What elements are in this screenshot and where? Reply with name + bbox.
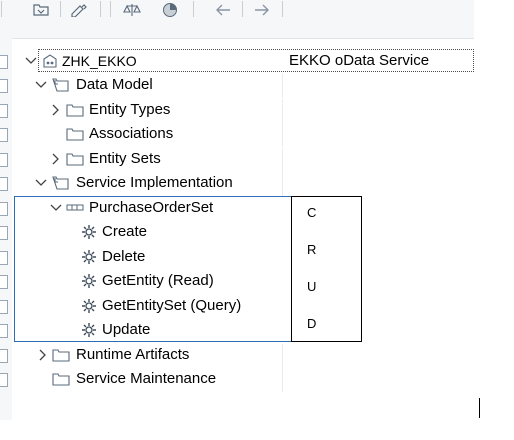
column-divider (282, 148, 283, 172)
chevron-right-icon[interactable] (36, 348, 50, 362)
tree-node-associations[interactable]: Associations (14, 123, 474, 147)
tree-node-service-implementation[interactable]: Service Implementation (14, 172, 474, 196)
row-selector[interactable] (0, 202, 8, 216)
chevron-down-icon[interactable] (34, 176, 48, 190)
chevron-right-icon[interactable] (49, 103, 63, 117)
tree-node-label: Runtime Artifacts (76, 346, 190, 363)
pie-chart-icon[interactable] (157, 0, 183, 20)
toolbar-separator (242, 1, 243, 17)
toolbar-separator (100, 1, 101, 17)
folder-icon (66, 126, 84, 142)
chevron-down-icon[interactable] (34, 78, 48, 92)
toolbar-separator (60, 1, 61, 17)
tree-node-label: ZHK_EKKO (62, 53, 137, 69)
balance-icon[interactable] (119, 0, 145, 20)
chevron-down-icon[interactable] (24, 54, 38, 68)
tree-node-description: EKKO oData Service (289, 52, 430, 69)
tree-node-label: Service Implementation (76, 174, 233, 191)
row-selector[interactable] (0, 128, 8, 142)
row-selector-gutter (0, 38, 12, 420)
row-selector[interactable] (0, 349, 8, 363)
column-divider (282, 368, 283, 392)
row-selector[interactable] (0, 300, 8, 314)
row-selector[interactable] (0, 55, 8, 69)
row-selector[interactable] (0, 104, 8, 118)
row-selector[interactable] (0, 177, 8, 191)
tree-node-service-maintenance[interactable]: Service Maintenance (14, 368, 474, 392)
chevron-right-icon[interactable] (49, 152, 63, 166)
folder-icon (52, 371, 70, 387)
column-divider (282, 74, 283, 98)
tree-node-entity-sets[interactable]: Entity Sets (14, 148, 474, 172)
toolbar-separator (110, 1, 111, 17)
crud-letter: U (307, 279, 317, 294)
tree-node-label: Associations (89, 125, 174, 142)
folder-structure-icon (52, 77, 70, 93)
tree-node-label: Service Maintenance (76, 370, 217, 387)
column-divider (282, 99, 283, 123)
column-divider (282, 123, 283, 147)
odata-service-icon (41, 53, 59, 69)
row-selector[interactable] (0, 79, 8, 93)
row-selector[interactable] (0, 226, 8, 240)
column-divider (282, 344, 283, 368)
tree-node-root[interactable]: ZHK_EKKO EKKO oData Service (14, 50, 474, 72)
crud-letter: C (307, 205, 317, 220)
tree-node-label: Data Model (76, 76, 153, 93)
tree-node-label: Entity Sets (89, 150, 161, 167)
row-selector[interactable] (0, 153, 8, 167)
forward-arrow-icon[interactable] (249, 0, 275, 20)
row-selector[interactable] (0, 324, 8, 338)
toolbar-separator (282, 1, 283, 17)
row-selector[interactable] (0, 251, 8, 265)
crud-letter: R (307, 242, 317, 257)
crud-annotation-box: C R U D (291, 196, 362, 342)
tree-node-data-model[interactable]: Data Model (14, 74, 474, 98)
back-arrow-icon[interactable] (210, 0, 236, 20)
tree-node-runtime-artifacts[interactable]: Runtime Artifacts (14, 344, 474, 368)
toolbar-separator (1, 1, 2, 17)
folder-icon (52, 347, 70, 363)
crud-letter: D (307, 316, 317, 331)
folder-structure-icon (52, 175, 70, 191)
folder-icon (66, 151, 84, 167)
row-selector[interactable] (0, 373, 8, 387)
tree-node-entity-types[interactable]: Entity Types (14, 99, 474, 123)
toolbar (0, 0, 474, 39)
tree-node-label: Entity Types (89, 101, 171, 118)
column-divider (282, 172, 283, 196)
row-selector[interactable] (0, 275, 8, 289)
folder-icon (66, 102, 84, 118)
edit-icon[interactable] (66, 0, 92, 20)
toolbar-separator (193, 1, 194, 17)
text-cursor (479, 398, 480, 418)
folder-tree-icon[interactable] (28, 0, 54, 20)
